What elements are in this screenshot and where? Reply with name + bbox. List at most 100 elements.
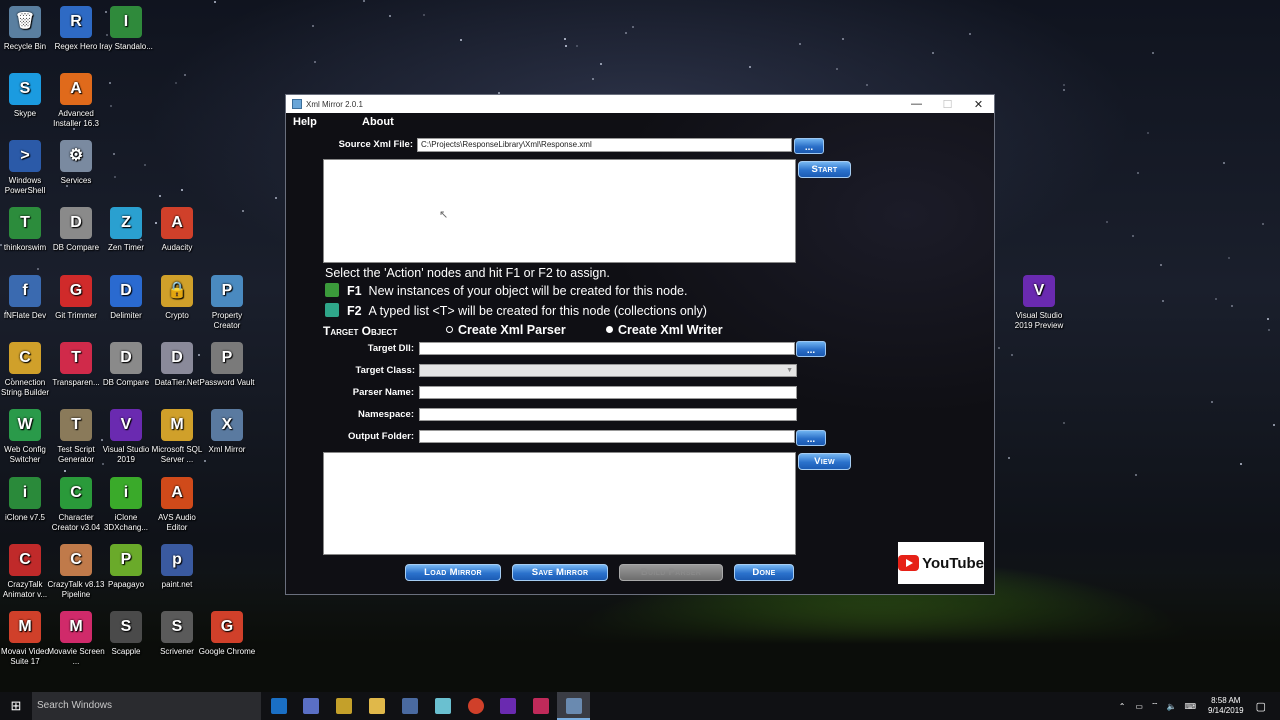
clock[interactable]: 8:58 AM 9/14/2019 (1208, 696, 1244, 716)
desktop-icon[interactable]: D Delimiter (97, 275, 155, 321)
target-class-select[interactable]: ▼ (419, 364, 797, 377)
target-dll-label: Target Dll: (367, 343, 414, 354)
keyboard-icon[interactable]: ⌨ (1184, 702, 1196, 711)
windows-start-icon[interactable]: ⊞ (0, 692, 32, 720)
desktop-icon[interactable]: S Skype (0, 73, 54, 119)
desktop-icon[interactable]: Tthinkorswim (0, 207, 54, 253)
desktop-icon[interactable]: > Windows PowerShell (0, 140, 54, 196)
browse-output-button[interactable]: ... (796, 430, 826, 446)
recorder-taskbar-icon[interactable] (533, 698, 549, 714)
desktop-icon[interactable]: D DB Compare (97, 342, 155, 388)
volume-icon[interactable]: 🔈 (1166, 702, 1176, 711)
file-explorer-taskbar-icon[interactable] (369, 698, 385, 714)
desktop-icon-label: iClone v7.5 (4, 513, 46, 522)
clock-date: 9/14/2019 (1208, 706, 1244, 715)
desktop-icon-label: Google Chrome (198, 647, 256, 656)
desktop-icon[interactable]: i iClone 3DXchang... (97, 477, 155, 533)
desktop-icon[interactable]: A Advanced Installer 16.3 (47, 73, 105, 129)
desktop-icon[interactable]: P Property Creator (198, 275, 256, 331)
app-taskbar-icon[interactable] (303, 698, 319, 714)
done-button[interactable]: Done (734, 564, 794, 581)
desktop-icon[interactable]: P Password Vault (198, 342, 256, 388)
desktop-icon[interactable]: V Visual Studio 2019 (97, 409, 155, 465)
load-mirror-button[interactable]: Load Mirror (405, 564, 501, 581)
menu-about[interactable]: About (362, 116, 394, 128)
maximize-icon[interactable]: ☐ (932, 95, 963, 113)
save-mirror-button[interactable]: Save Mirror (512, 564, 608, 581)
desktop-icon-label: Property Creator (211, 311, 243, 330)
taskbar-search[interactable]: Search Windows (32, 692, 261, 720)
mouse-cursor-icon: ↖ (439, 209, 449, 221)
app-icon: 🔒 (161, 275, 193, 307)
xml-mirror-taskbar-button[interactable] (557, 692, 590, 720)
target-dll-input[interactable] (419, 342, 795, 355)
desktop-icon-label: Password Vault (199, 378, 255, 387)
chrome-taskbar-icon[interactable] (468, 698, 484, 714)
target-class-label: Target Class: (355, 365, 415, 376)
notes-taskbar-icon[interactable] (435, 698, 451, 714)
outlook-taskbar-icon[interactable] (271, 698, 287, 714)
view-button[interactable]: View (798, 453, 851, 470)
desktop-icon[interactable]: X Xml Mirror (198, 409, 256, 455)
app-icon: ⚙ (60, 140, 92, 172)
desktop-icon-label: Recycle Bin (3, 42, 47, 51)
browse-source-button[interactable]: ... (794, 138, 824, 154)
network-icon[interactable]: ▭ (1135, 702, 1143, 711)
desktop-icon[interactable]: A AVS Audio Editor (148, 477, 206, 533)
parser-name-input[interactable] (419, 386, 797, 399)
start-button[interactable]: Start (798, 161, 851, 178)
desktop-icon[interactable]: ⚙ Services (47, 140, 105, 186)
source-xml-input[interactable]: C:\Projects\ResponseLibrary\Xml\Response… (417, 138, 792, 152)
f1-text: New instances of your object will be cre… (368, 284, 688, 298)
desktop-icon[interactable]: Z Zen Timer (97, 207, 155, 253)
app-icon: i (110, 477, 142, 509)
desktop-icon[interactable]: S Scapple (97, 611, 155, 657)
window-taskbar-icon[interactable] (402, 698, 418, 714)
wifi-icon[interactable]: ⌔ (1151, 701, 1159, 711)
desktop-icon[interactable]: V Visual Studio 2019 Preview (1010, 275, 1068, 331)
desktop-icon[interactable]: W Web Config Switcher (0, 409, 54, 465)
desktop-icon[interactable]: f fNFlate Dev (0, 275, 54, 321)
app-icon: S (110, 611, 142, 643)
desktop-icon[interactable]: C Connection String Builder (0, 342, 54, 398)
notification-icon[interactable]: ▢ (1256, 700, 1266, 713)
menu-help[interactable]: Help (293, 116, 317, 128)
title-bar[interactable]: Xml Mirror 2.0.1 — ☐ ✕ (286, 95, 994, 113)
radio-writer-icon[interactable] (606, 326, 613, 333)
output-view[interactable] (323, 452, 796, 555)
tool-taskbar-icon[interactable] (336, 698, 352, 714)
xml-tree-view[interactable] (323, 159, 796, 263)
desktop-icon[interactable]: A Audacity (148, 207, 206, 253)
minimize-icon[interactable]: — (901, 95, 932, 113)
app-icon: C (9, 342, 41, 374)
desktop-icon[interactable]: 🗑 Recycle Bin (0, 6, 54, 52)
radio-create-parser[interactable]: Create Xml Parser (446, 323, 566, 337)
radio-create-writer[interactable]: Create Xml Writer (606, 323, 723, 337)
build-parser-button[interactable]: Build Parser (619, 564, 723, 581)
desktop-icon[interactable]: C CrazyTalk Animator v... (0, 544, 54, 600)
app-icon: f (9, 275, 41, 307)
desktop-icon-label: Zen Timer (107, 243, 144, 252)
radio-parser-icon[interactable] (446, 326, 453, 333)
desktop-icon[interactable]: G Google Chrome (198, 611, 256, 657)
youtube-label: YouTube (922, 554, 984, 572)
desktop-icon-label: Visual Studio 2019 (102, 445, 150, 464)
instructions-text: Select the 'Action' nodes and hit F1 or … (325, 266, 610, 280)
desktop-icon[interactable]: M Movavi Video Suite 17 (0, 611, 54, 667)
close-icon[interactable]: ✕ (963, 95, 994, 113)
desktop-icon[interactable]: p paint.net (148, 544, 206, 590)
namespace-input[interactable] (419, 408, 797, 421)
app-icon: > (9, 140, 41, 172)
desktop-icon-label: Scapple (111, 647, 141, 656)
desktop-icon-label: Web Config Switcher (4, 445, 46, 464)
output-folder-input[interactable] (419, 430, 795, 443)
desktop-icon[interactable]: i iClone v7.5 (0, 477, 54, 523)
desktop-icon[interactable]: I Iray Standalo... (97, 6, 155, 52)
app-icon: X (211, 409, 243, 441)
browse-dll-button[interactable]: ... (796, 341, 826, 357)
visual-studio-taskbar-icon[interactable] (500, 698, 516, 714)
desktop-icon-label: paint.net (161, 580, 193, 589)
desktop-icon[interactable]: P Papagayo (97, 544, 155, 590)
chevron-up-icon[interactable]: ⌃ (1119, 702, 1126, 711)
app-icon: A (161, 477, 193, 509)
